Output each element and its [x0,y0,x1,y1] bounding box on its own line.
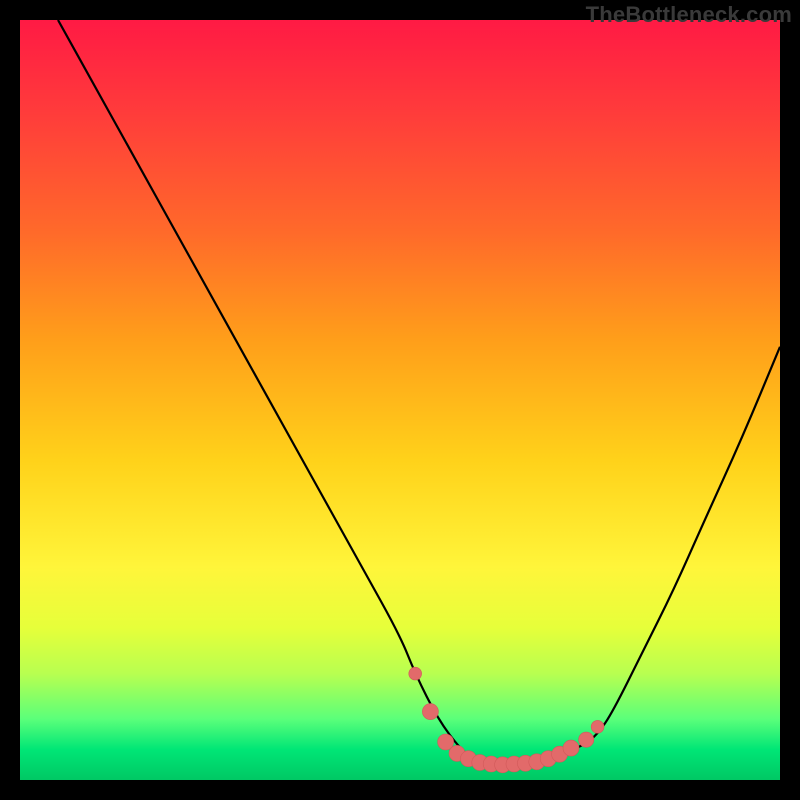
curve-marker [579,732,594,747]
curve-marker [591,720,604,733]
chart-svg [20,20,780,780]
chart-stage: TheBottleneck.com [0,0,800,800]
plot-area [20,20,780,780]
curve-marker [563,740,579,756]
curve-marker [409,667,422,680]
curve-marker [422,704,438,720]
curve-markers [409,667,604,773]
watermark-text: TheBottleneck.com [586,2,792,28]
bottleneck-curve [58,20,780,765]
